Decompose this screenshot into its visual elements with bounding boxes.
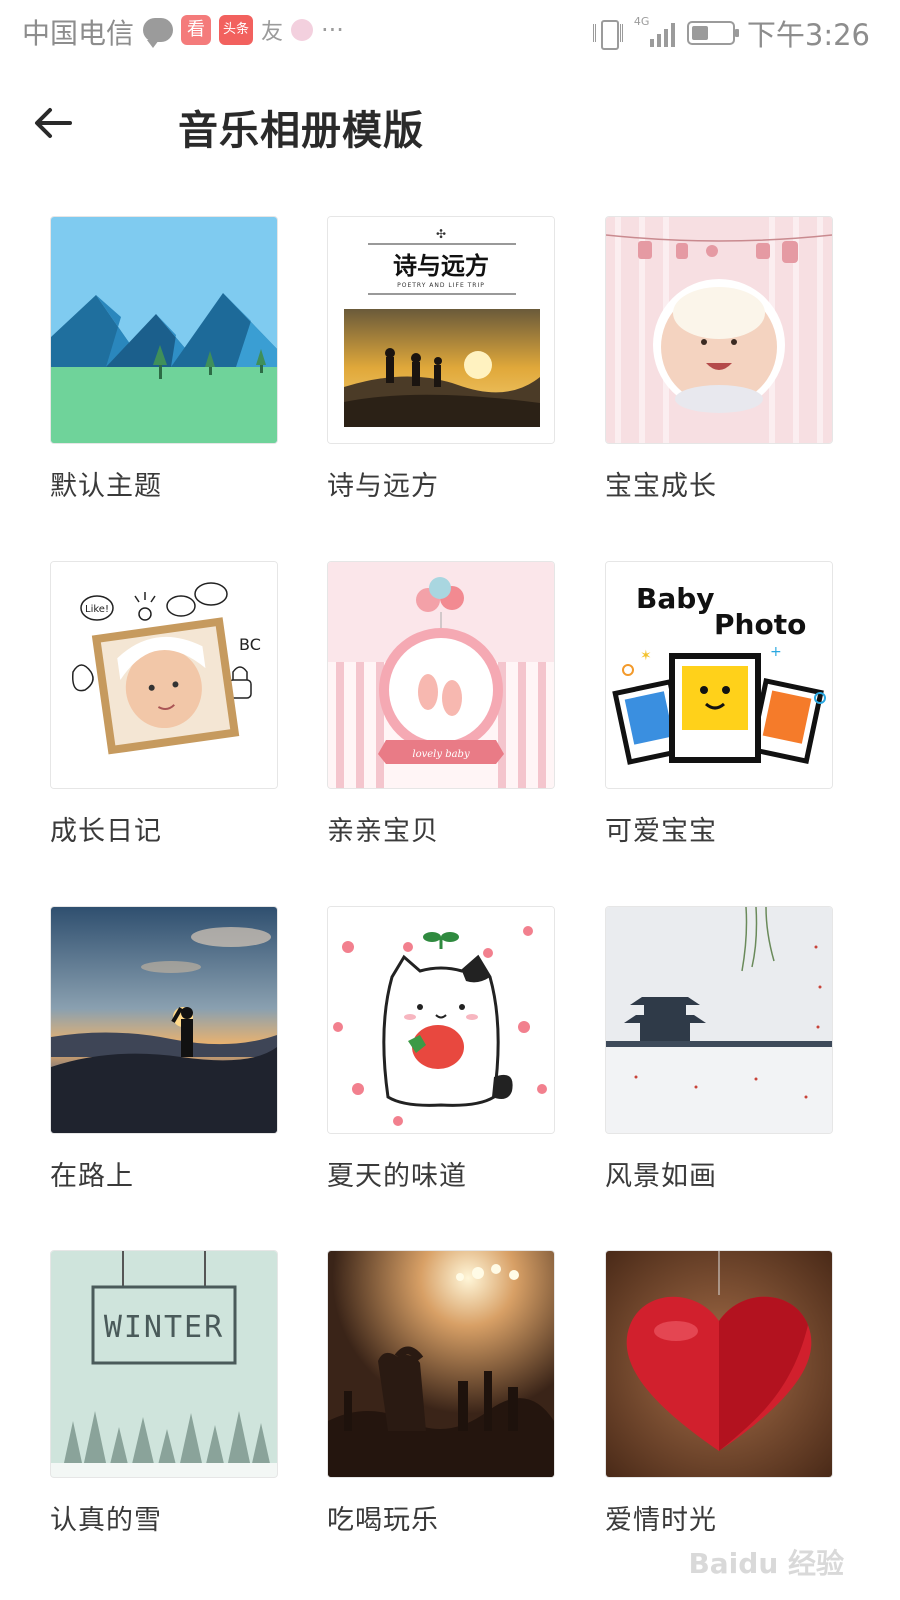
network-type: 4G — [633, 15, 650, 28]
carrier-name: 中国电信 — [22, 17, 135, 50]
template-growth-diary[interactable]: Like! BC 成长日记 — [50, 561, 278, 847]
template-thumbnail — [605, 906, 833, 1134]
template-love-time[interactable]: 爱情时光 — [605, 1250, 833, 1536]
template-thumbnail: lovely baby — [327, 561, 555, 789]
thumb-subtitle: POETRY AND LIFE TRIP — [397, 282, 485, 289]
message-icon — [143, 18, 173, 48]
template-label: 可爱宝宝 — [605, 816, 717, 847]
signal-icon: 4G — [634, 15, 675, 47]
cat-strawberry-image — [328, 907, 554, 1133]
thumb-ribbon-text: lovely baby — [412, 749, 470, 760]
thumb-line1: Baby — [636, 582, 715, 615]
template-serious-snow[interactable]: WINTER 认真的雪 — [50, 1250, 278, 1536]
template-label: 夏天的味道 — [327, 1161, 467, 1192]
template-thumbnail: WINTER — [50, 1250, 278, 1478]
template-kiss-baby[interactable]: lovely baby 亲亲宝贝 — [327, 561, 555, 847]
red-heart-image — [606, 1251, 832, 1477]
template-thumbnail: ✣ 诗与远方 POETRY AND LIFE TRIP — [327, 216, 555, 444]
template-label: 在路上 — [50, 1161, 134, 1192]
template-label: 亲亲宝贝 — [327, 816, 439, 847]
template-thumbnail — [50, 216, 278, 444]
template-thumbnail — [605, 1250, 833, 1478]
template-thumbnail: Baby Photo ✶ + — [605, 561, 833, 789]
arrow-left-icon — [35, 108, 72, 138]
clock: 下午3:26 — [746, 18, 870, 52]
svg-text:+: + — [770, 644, 782, 660]
vibrate-icon — [592, 18, 624, 50]
kan-app-icon: 看 — [181, 15, 211, 45]
watermark: Baidu 经验 — [688, 1547, 844, 1580]
template-label: 成长日记 — [50, 816, 162, 847]
svg-text:✶: ✶ — [640, 648, 652, 664]
template-on-the-road[interactable]: 在路上 — [50, 906, 278, 1192]
pig-app-icon — [291, 19, 314, 41]
svg-text:✣: ✣ — [436, 227, 446, 241]
concert-hands-image — [328, 1251, 554, 1477]
template-label: 爱情时光 — [605, 1505, 717, 1536]
you-app-icon: 友 — [261, 20, 284, 45]
template-label: 认真的雪 — [50, 1505, 162, 1536]
thumb-doodle-text: Like! — [85, 604, 109, 615]
template-label: 吃喝玩乐 — [327, 1505, 439, 1536]
doodle-baby-frame-image: Like! BC — [51, 562, 277, 788]
more-notifications-icon: ··· — [321, 16, 344, 44]
status-bar: 中国电信 看 头条 友 ··· 4G 下午3:26 — [0, 0, 900, 62]
template-default-theme[interactable]: 默认主题 — [50, 216, 278, 502]
template-cute-baby[interactable]: Baby Photo ✶ + 可爱宝宝 — [605, 561, 833, 847]
baby-footprint-image: lovely baby — [328, 562, 554, 788]
baby-photo-cards-image: Baby Photo ✶ + — [606, 562, 832, 788]
template-label: 默认主题 — [50, 471, 162, 502]
battery-icon — [686, 21, 739, 45]
template-baby-growth[interactable]: 宝宝成长 — [605, 216, 833, 502]
template-thumbnail — [327, 1250, 555, 1478]
thumb-title: 诗与远方 — [393, 251, 489, 280]
chinese-pavilion-image — [606, 907, 832, 1133]
mountain-landscape-image — [51, 217, 277, 443]
template-label: 宝宝成长 — [605, 471, 717, 502]
thumb-sign-text: WINTER — [104, 1310, 224, 1345]
system-indicators: 4G 下午3:26 — [592, 12, 870, 54]
hikers-sunset-image: ✣ 诗与远方 POETRY AND LIFE TRIP — [328, 217, 554, 443]
template-thumbnail — [327, 906, 555, 1134]
template-thumbnail — [50, 906, 278, 1134]
template-picturesque-scenery[interactable]: 风景如画 — [605, 906, 833, 1192]
template-thumbnail: Like! BC — [50, 561, 278, 789]
notification-icons: 看 头条 友 ··· — [143, 14, 344, 48]
thumb-line2: Photo — [714, 608, 806, 641]
back-button[interactable] — [30, 100, 76, 146]
svg-text:BC: BC — [239, 635, 261, 654]
toutiao-app-icon: 头条 — [219, 15, 253, 45]
page-title: 音乐相册模版 — [178, 108, 424, 154]
template-thumbnail — [605, 216, 833, 444]
baby-portrait-image — [606, 217, 832, 443]
winter-sign-image: WINTER — [51, 1251, 277, 1477]
template-label: 风景如画 — [605, 1161, 717, 1192]
template-poetry-and-distance[interactable]: ✣ 诗与远方 POETRY AND LIFE TRIP 诗与远方 — [327, 216, 555, 502]
silhouette-sunset-image — [51, 907, 277, 1133]
template-taste-of-summer[interactable]: 夏天的味道 — [327, 906, 555, 1192]
music-album-templates-screen: 中国电信 看 头条 友 ··· 4G 下午3:26 音乐相册模版 默认主题 ✣ … — [0, 0, 900, 1600]
template-label: 诗与远方 — [327, 471, 439, 502]
template-food-and-fun[interactable]: 吃喝玩乐 — [327, 1250, 555, 1536]
